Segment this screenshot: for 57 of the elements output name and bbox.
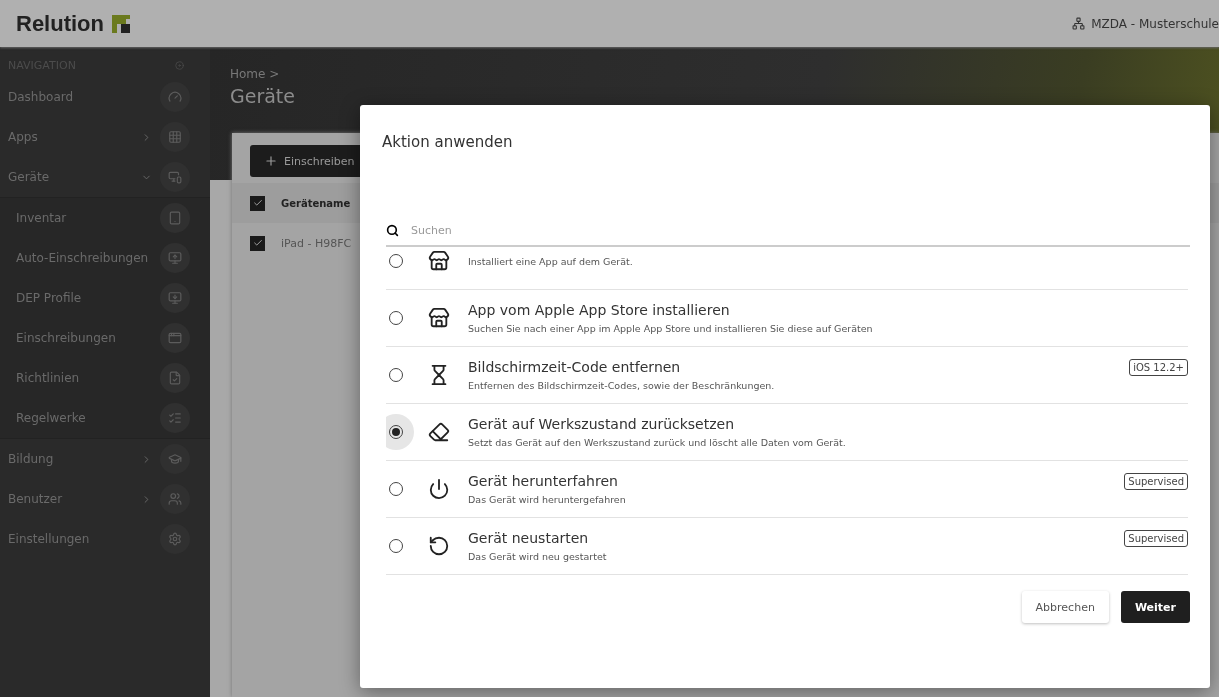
nav-item[interactable]: Einschreibungen <box>16 331 152 345</box>
action-description: Setzt das Gerät auf den Werkszustand zurück und löscht alle Daten vom Gerät. <box>468 437 847 448</box>
monitor-download-icon <box>160 283 190 313</box>
nav-item[interactable]: Richtlinien <box>16 371 152 385</box>
nav-item[interactable]: Bildung <box>8 452 141 466</box>
monitor-icon <box>160 243 190 273</box>
organization-name[interactable]: MZDA - Musterschule <box>1091 16 1219 31</box>
action-description: Installiert eine App auf dem Gerät. <box>468 255 634 267</box>
eraser-icon <box>426 421 452 443</box>
nav-item[interactable]: Inventar <box>16 211 152 225</box>
grid-icon <box>160 122 190 152</box>
plus-icon <box>264 154 278 168</box>
checkbox[interactable] <box>250 195 265 211</box>
nav-item[interactable]: Einstellungen <box>8 532 152 546</box>
page-title: Geräte <box>230 85 296 107</box>
dialog-title: Aktion anwenden <box>382 133 513 151</box>
action-description: Entfernen des Bildschirmzeit-Codes, sowie der Beschränkungen. <box>468 380 776 391</box>
column-header[interactable]: Gerätename <box>281 197 351 209</box>
cancel-button[interactable]: Abbrechen <box>1021 591 1109 623</box>
action-title[interactable]: Gerät herunterfahren <box>468 473 1121 489</box>
action-title[interactable]: Gerät neustarten <box>468 530 1121 546</box>
nav-item[interactable]: Auto-Einschreibungen <box>16 251 152 265</box>
nav-item[interactable]: Apps <box>8 130 141 144</box>
action-description: Das Gerät wird neu gestartet <box>468 551 608 562</box>
nav-item[interactable]: Regelwerke <box>16 411 152 425</box>
checklist-icon <box>160 403 190 433</box>
requirement-tag: Supervised <box>1124 530 1188 547</box>
logo-icon <box>112 14 130 33</box>
requirement-tag: iOS 12.2+ <box>1129 359 1188 376</box>
users-icon <box>160 484 190 514</box>
search-icon <box>386 223 399 237</box>
store-icon <box>426 307 452 329</box>
action-description: Das Gerät wird heruntergefahren <box>468 494 627 505</box>
action-title[interactable]: App vom Apple App Store installieren <box>468 302 1188 318</box>
action-title[interactable]: Bildschirmzeit-Code entfernen <box>468 359 1126 375</box>
action-title[interactable]: Gerät auf Werkszustand zurücksetzen <box>468 416 1188 432</box>
logo-text: Relution <box>16 10 104 37</box>
settings-icon <box>160 524 190 554</box>
requirement-tag: Supervised <box>1124 473 1188 490</box>
check-icon <box>252 238 263 248</box>
next-button[interactable]: Weiter <box>1120 591 1190 623</box>
action-description: Suchen Sie nach einer App im Apple App Store und installieren Sie diese auf Geräten <box>468 323 874 334</box>
gauge-icon <box>160 82 190 112</box>
breadcrumb[interactable]: Home > <box>230 67 1199 81</box>
nav-item[interactable]: DEP Profile <box>16 291 152 305</box>
nav-item[interactable]: Geräte <box>8 170 141 184</box>
checkbox[interactable] <box>250 235 265 251</box>
window-icon <box>160 323 190 353</box>
store-icon <box>426 250 452 272</box>
nav-item[interactable]: Benutzer <box>8 492 141 506</box>
nav-item[interactable]: Dashboard <box>8 90 152 104</box>
table-cell: iPad - H98FC <box>281 236 352 250</box>
radio-button[interactable] <box>386 414 414 450</box>
graduation-cap-icon <box>160 444 190 474</box>
check-icon <box>252 198 263 208</box>
org-icon <box>1072 17 1086 30</box>
document-check-icon <box>160 363 190 393</box>
